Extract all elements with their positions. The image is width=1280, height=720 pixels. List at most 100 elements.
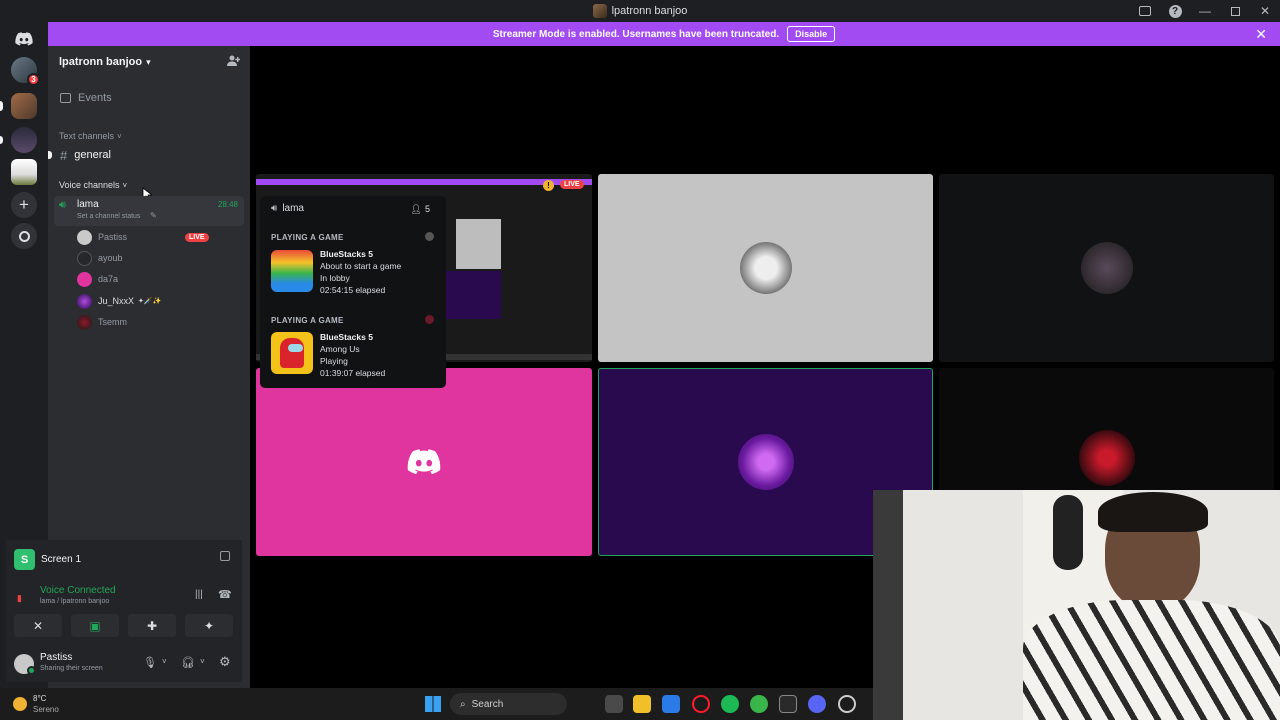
avatar — [77, 250, 92, 266]
voice-user-name: Ju_NxxX — [98, 296, 135, 306]
voice-user[interactable]: Ju_NxxX ✦🗡️✨ — [77, 292, 161, 310]
task-view-icon[interactable] — [605, 695, 623, 713]
pencil-icon[interactable]: ✎ — [150, 211, 157, 220]
headphones-icon[interactable]: 🎧︎ — [181, 656, 195, 669]
voice-user-suffix: ✦🗡️✨ — [138, 298, 162, 305]
voice-user-name: Tsemm — [98, 317, 127, 327]
avatar — [1080, 242, 1133, 294]
activities-button[interactable]: ✚ — [128, 614, 176, 637]
participant-tile[interactable] — [598, 174, 933, 362]
store-icon[interactable] — [662, 695, 680, 713]
file-explorer-icon[interactable] — [633, 695, 651, 713]
soundboard-button[interactable]: ✦ — [185, 614, 233, 637]
person-icon: 👤︎ — [410, 204, 422, 214]
participant-tile[interactable] — [939, 174, 1274, 362]
noise-suppression-icon[interactable]: ||| — [195, 589, 203, 600]
avatar — [737, 434, 794, 490]
user-name[interactable]: Pastiss — [40, 652, 72, 663]
bluestacks-icon — [271, 250, 313, 292]
voice-user-name: ayoub — [98, 253, 123, 263]
close-icon[interactable]: ✕ — [1255, 26, 1267, 43]
voice-connected-status[interactable]: Voice Connected — [40, 585, 116, 596]
server-pill — [0, 136, 3, 144]
warning-icon: ! — [543, 180, 554, 191]
windows-start-icon[interactable] — [425, 696, 441, 712]
avatar — [1079, 430, 1135, 486]
disable-streamer-mode-button[interactable]: Disable — [787, 26, 836, 42]
toggle-camera-button[interactable]: ✕ — [14, 614, 62, 637]
help-icon[interactable]: ? — [1160, 0, 1190, 22]
discord-taskbar-icon[interactable] — [808, 695, 826, 713]
avatar — [77, 229, 92, 245]
close-window-button[interactable]: ✕ — [1250, 0, 1280, 22]
voice-channel-name: lama — [77, 199, 99, 210]
disconnect-icon[interactable]: ☎︎ — [218, 588, 232, 601]
avatar — [77, 314, 92, 330]
chevron-down-icon: ˅ — [117, 131, 122, 141]
live-badge: LIVE — [185, 233, 209, 242]
stream-preview-tile — [446, 271, 501, 319]
inbox-icon[interactable] — [1130, 0, 1160, 22]
server-icon-2[interactable] — [11, 93, 37, 119]
activity-avatar — [425, 232, 434, 241]
channel-general[interactable]: # general — [56, 146, 244, 164]
server-icon-1[interactable]: 3 — [11, 57, 40, 86]
voice-channel-popover: 🔊︎ lama 👤︎ 5 PLAYING A GAME BlueStacks 5 … — [260, 196, 446, 388]
server-icon-4[interactable] — [11, 159, 37, 185]
speaker-icon: 🔊︎ — [59, 199, 66, 211]
discord-logo-icon — [407, 449, 441, 475]
signal-icon[interactable]: ▮ — [17, 593, 22, 604]
weather-temp[interactable]: 8°C — [33, 694, 46, 703]
invite-people-icon[interactable] — [227, 55, 241, 70]
chevron-down-icon: ▾ — [146, 56, 151, 67]
add-server-icon[interactable]: + — [11, 192, 37, 218]
status-dot — [27, 666, 36, 675]
category-text-channels[interactable]: Text channels ˅ — [56, 130, 244, 142]
chevron-down-icon[interactable]: ˅ — [200, 657, 205, 666]
gear-icon[interactable]: ⚙ — [219, 654, 231, 670]
bluestacks-taskbar-icon[interactable] — [750, 695, 768, 713]
notification-badge: 3 — [27, 73, 40, 86]
stream-preview-banner — [256, 179, 592, 185]
voice-channel-lama[interactable]: 🔊︎ lama 28:48 Set a channel status ✎ — [54, 196, 244, 226]
voice-user[interactable]: da7a — [77, 270, 118, 288]
microphone-icon[interactable]: 🎙︎ — [143, 656, 157, 669]
activity-detail: About to start a game — [320, 261, 402, 271]
screen-share-icon: ▣ — [89, 618, 101, 633]
minimize-button[interactable]: — — [1190, 0, 1220, 22]
chevron-down-icon[interactable]: ˅ — [162, 657, 167, 666]
maximize-button[interactable] — [1220, 0, 1250, 22]
stream-preview-tile — [456, 219, 501, 269]
popout-icon[interactable] — [220, 551, 230, 561]
user-panel: Pastiss Sharing their screen 🎙︎ ˅ 🎧︎ ˅ ⚙ — [6, 646, 242, 682]
voice-user[interactable]: Tsemm — [77, 313, 127, 331]
stop-stream-button[interactable]: ▣ — [71, 614, 119, 637]
app-taskbar-icon[interactable] — [838, 695, 856, 713]
spotify-icon[interactable] — [721, 695, 739, 713]
popover-channel-name: lama — [282, 203, 304, 214]
opera-gx-icon[interactable] — [692, 695, 710, 713]
channel-status-input[interactable]: Set a channel status — [77, 213, 140, 220]
server-header[interactable]: lpatronn banjoo ▾ — [48, 46, 250, 78]
voice-user[interactable]: Pastiss — [77, 228, 127, 246]
epic-games-icon[interactable] — [779, 695, 797, 713]
participant-tile[interactable] — [256, 368, 592, 556]
activity-icon: ✚ — [146, 618, 158, 633]
webcam-overlay — [873, 490, 1280, 720]
search-input[interactable]: ⌕ Search — [450, 693, 567, 715]
title-bar: lpatronn banjoo ? — ✕ — [0, 0, 1280, 22]
activity-app: BlueStacks 5 — [320, 249, 373, 259]
windows-taskbar: 8°C Sereno ⌕ Search — [0, 688, 873, 720]
voice-user-name: da7a — [98, 274, 119, 284]
events-item[interactable]: Events — [56, 89, 244, 107]
voice-user[interactable]: ayoub — [77, 249, 123, 267]
screen-icon: S — [14, 549, 35, 570]
server-name: lpatronn banjoo — [59, 56, 143, 68]
discover-icon[interactable] — [11, 223, 37, 249]
server-icon-3[interactable] — [11, 127, 37, 153]
channel-name: general — [74, 149, 111, 161]
among-us-icon — [271, 332, 313, 374]
avatar — [739, 242, 792, 294]
discord-home-icon[interactable] — [11, 26, 37, 52]
server-avatar — [592, 4, 607, 18]
